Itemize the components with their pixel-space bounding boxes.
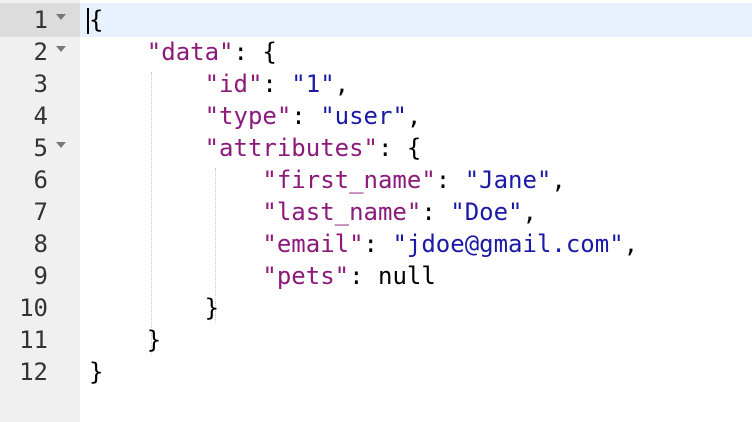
json-punctuation: } (89, 358, 104, 386)
json-punctuation (89, 134, 205, 162)
json-string-value: "user" (320, 102, 407, 130)
code-text: "data": { (89, 36, 277, 68)
json-string-value: "1" (291, 70, 335, 98)
code-text: "first_name": "Jane", (89, 164, 566, 196)
json-punctuation: : (262, 70, 292, 98)
code-line[interactable]: 1{ (0, 4, 752, 36)
line-number: 1 (33, 6, 48, 34)
line-number: 3 (33, 70, 48, 98)
code-text: "pets": null (89, 260, 436, 292)
json-punctuation: : (349, 262, 378, 290)
line-number: 10 (19, 294, 48, 322)
json-string-value: "Jane" (464, 166, 552, 194)
line-number: 12 (19, 358, 48, 386)
code-text: } (89, 292, 219, 324)
code-line[interactable]: 10 } (0, 292, 752, 324)
json-punctuation (89, 262, 262, 290)
code-line[interactable]: 4 "type": "user", (0, 100, 752, 132)
json-punctuation: : (291, 102, 321, 130)
json-string-value: "Doe" (450, 198, 523, 226)
json-punctuation: , (406, 102, 422, 130)
json-punctuation: : { (233, 38, 277, 66)
code-line[interactable]: 9 "pets": null (0, 260, 752, 292)
json-punctuation: : (435, 166, 465, 194)
json-punctuation: : { (377, 134, 422, 162)
json-key: "data" (146, 38, 234, 66)
code-editor[interactable]: 1{2 "data": {3 "id": "1", 4 "type": "user… (0, 0, 752, 422)
json-punctuation (89, 198, 262, 226)
code-text: "last_name": "Doe", (89, 196, 537, 228)
json-key: "first_name" (262, 166, 436, 194)
code-text: "attributes": { (89, 132, 422, 164)
json-punctuation: : (363, 230, 393, 258)
code-text: "type": "user", (89, 100, 422, 132)
line-number: 6 (33, 166, 48, 194)
json-punctuation (89, 102, 205, 130)
code-line[interactable]: 12} (0, 356, 752, 388)
fold-arrow-down-icon[interactable] (56, 14, 66, 20)
code-text: "id": "1", (89, 68, 350, 100)
json-punctuation (89, 230, 262, 258)
line-number: 7 (33, 198, 48, 226)
json-punctuation (89, 38, 147, 66)
line-number: 2 (33, 38, 48, 66)
json-punctuation (89, 70, 205, 98)
code-line[interactable]: 7 "last_name": "Doe", (0, 196, 752, 228)
line-number: 11 (19, 326, 48, 354)
json-punctuation: : (421, 198, 451, 226)
json-key: "pets" (262, 262, 350, 290)
json-punctuation: , (551, 166, 566, 194)
code-line[interactable]: 11 } (0, 324, 752, 356)
json-punctuation: , (334, 70, 350, 98)
json-key: "attributes" (204, 134, 378, 162)
fold-arrow-down-icon[interactable] (56, 46, 66, 52)
json-punctuation: , (623, 230, 639, 258)
json-key: "id" (204, 70, 263, 98)
code-line[interactable]: 8 "email": "jdoe@gmail.com", (0, 228, 752, 260)
json-punctuation: , (522, 198, 537, 226)
json-punctuation: { (89, 6, 104, 34)
code-text: } (89, 324, 161, 356)
json-key: "email" (262, 230, 364, 258)
json-punctuation: } (89, 294, 220, 322)
line-number: 9 (33, 262, 48, 290)
json-literal: null (378, 262, 436, 290)
fold-arrow-down-icon[interactable] (56, 142, 66, 148)
code-line[interactable]: 3 "id": "1", (0, 68, 752, 100)
line-number: 5 (33, 134, 48, 162)
json-string-value: "jdoe@gmail.com" (392, 230, 624, 258)
line-number: 8 (33, 230, 48, 258)
json-key: "last_name" (262, 198, 422, 226)
json-key: "type" (204, 102, 292, 130)
code-line[interactable]: 2 "data": { (0, 36, 752, 68)
code-text: } (89, 356, 103, 388)
code-line[interactable]: 5 "attributes": { (0, 132, 752, 164)
json-punctuation (89, 166, 262, 194)
json-punctuation: } (89, 326, 162, 354)
code-line[interactable]: 6 "first_name": "Jane", (0, 164, 752, 196)
line-number: 4 (33, 102, 48, 130)
code-text: { (89, 4, 103, 36)
code-text: "email": "jdoe@gmail.com", (89, 228, 638, 260)
